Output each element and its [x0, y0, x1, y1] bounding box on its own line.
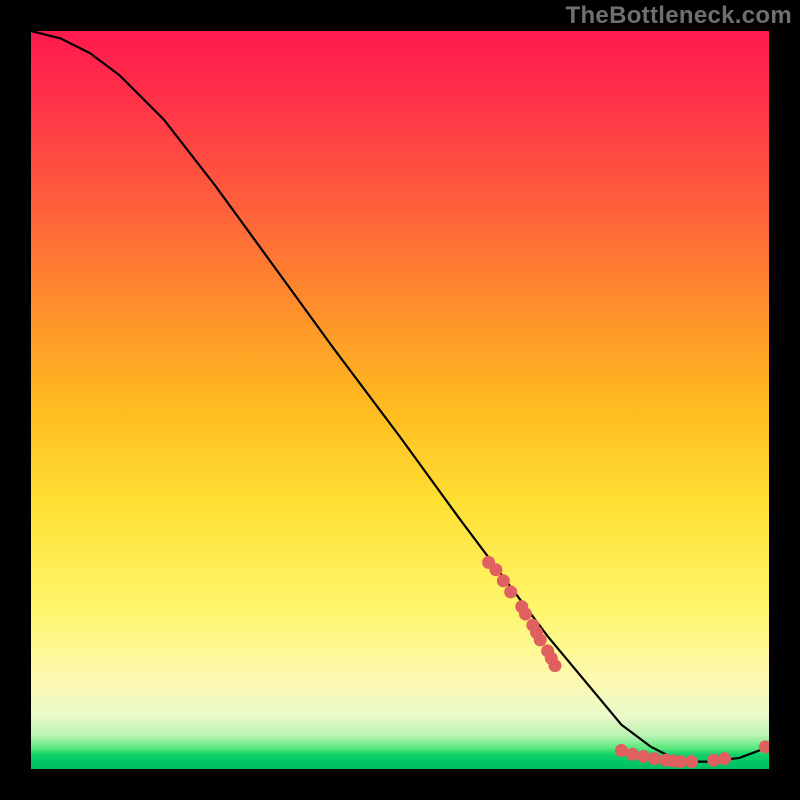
data-point [534, 633, 547, 646]
data-point [718, 752, 731, 765]
data-point [615, 744, 628, 757]
data-point [626, 748, 639, 761]
data-point [648, 752, 661, 765]
data-point [548, 659, 561, 672]
data-point [685, 755, 698, 768]
data-point [504, 585, 517, 598]
data-point [707, 754, 720, 767]
data-point [674, 755, 687, 768]
data-point [759, 740, 769, 753]
bottleneck-curve [31, 31, 769, 762]
chart-frame: TheBottleneck.com [0, 0, 800, 800]
data-point [637, 750, 650, 763]
plot-area [31, 31, 769, 769]
watermark-text: TheBottleneck.com [566, 2, 792, 30]
data-point [519, 608, 532, 621]
data-point [497, 574, 510, 587]
curve-layer [31, 31, 769, 769]
highlight-points [482, 556, 769, 768]
data-point [489, 563, 502, 576]
